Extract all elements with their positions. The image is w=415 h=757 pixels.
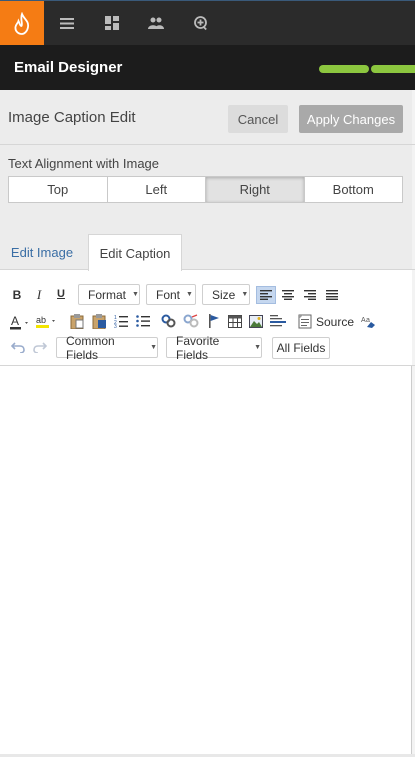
font-dropdown[interactable]: Font ▼ xyxy=(146,284,196,305)
background-color-icon[interactable]: ab xyxy=(36,313,58,329)
svg-text:a: a xyxy=(366,317,370,324)
chevron-down-icon: ▼ xyxy=(241,291,249,298)
align-left-icon[interactable] xyxy=(256,286,276,304)
chevron-down-icon: ▼ xyxy=(132,291,139,298)
unlink-icon[interactable] xyxy=(183,313,199,329)
svg-text:ab: ab xyxy=(36,315,46,325)
svg-text:3: 3 xyxy=(114,324,117,328)
remove-format-icon[interactable]: Aa xyxy=(361,313,377,329)
chevron-down-icon: ▼ xyxy=(254,344,261,351)
undo-icon[interactable] xyxy=(10,339,26,355)
underline-button[interactable]: U xyxy=(53,286,69,302)
common-fields-label: Common Fields xyxy=(66,333,115,362)
align-center-icon[interactable] xyxy=(280,287,296,303)
font-label: Font xyxy=(156,287,181,302)
table-icon[interactable] xyxy=(227,313,243,329)
chevron-down-icon: ▼ xyxy=(150,344,157,351)
people-icon[interactable] xyxy=(146,13,166,33)
anchor-flag-icon[interactable] xyxy=(206,313,222,329)
size-label: Size xyxy=(212,287,236,302)
bulleted-list-icon[interactable] xyxy=(135,313,151,329)
horizontal-rule-icon[interactable] xyxy=(270,313,286,329)
align-right-button[interactable]: Right xyxy=(206,177,305,202)
menu-icon[interactable] xyxy=(57,13,77,33)
all-fields-button[interactable]: All Fields xyxy=(272,337,330,359)
panel-title: Image Caption Edit xyxy=(8,109,136,126)
source-button-label[interactable]: Source xyxy=(316,315,354,329)
dashboard-icon[interactable] xyxy=(102,13,122,33)
common-fields-dropdown[interactable]: Common Fields ▼ xyxy=(56,334,158,362)
format-dropdown[interactable]: Format ▼ xyxy=(78,284,140,305)
chevron-down-icon: ▼ xyxy=(186,291,193,298)
progress-step-2 xyxy=(371,65,415,73)
divider xyxy=(0,144,415,145)
alignment-label: Text Alignment with Image xyxy=(8,156,160,171)
align-right-icon[interactable] xyxy=(302,287,318,303)
bold-button[interactable]: B xyxy=(9,287,25,303)
app-title: Email Designer xyxy=(14,59,123,76)
text-color-icon[interactable]: A xyxy=(10,314,32,330)
svg-text:A: A xyxy=(11,314,19,328)
align-top-button[interactable]: Top xyxy=(9,177,108,202)
alignment-segmented-control: Top Left Right Bottom xyxy=(8,176,403,203)
tab-underline xyxy=(0,269,415,270)
size-dropdown[interactable]: Size ▼ xyxy=(202,284,250,305)
favorite-fields-dropdown[interactable]: Favorite Fields ▼ xyxy=(166,334,262,362)
image-icon[interactable] xyxy=(248,313,264,329)
paste-text-icon[interactable] xyxy=(91,313,107,329)
align-bottom-button[interactable]: Bottom xyxy=(305,177,403,202)
top-nav xyxy=(0,0,415,46)
link-icon[interactable] xyxy=(161,313,177,329)
favorite-fields-label: Favorite Fields xyxy=(176,333,220,362)
caption-editor-area[interactable] xyxy=(0,366,412,754)
redo-icon[interactable] xyxy=(32,339,48,355)
flame-logo-icon[interactable] xyxy=(0,1,44,46)
paste-icon[interactable] xyxy=(69,313,85,329)
tab-edit-caption[interactable]: Edit Caption xyxy=(88,234,182,271)
tab-gap xyxy=(89,269,181,270)
align-justify-icon[interactable] xyxy=(324,287,340,303)
add-circle-icon[interactable] xyxy=(191,13,211,33)
tab-edit-image[interactable]: Edit Image xyxy=(0,234,84,270)
apply-changes-button[interactable]: Apply Changes xyxy=(299,105,403,133)
source-icon[interactable] xyxy=(297,313,313,329)
format-label: Format xyxy=(88,287,127,302)
progress-step-1 xyxy=(319,65,369,73)
numbered-list-icon[interactable]: 123 xyxy=(113,313,129,329)
italic-button[interactable]: I xyxy=(31,287,47,303)
cancel-button[interactable]: Cancel xyxy=(228,105,288,133)
align-left-button[interactable]: Left xyxy=(108,177,206,202)
